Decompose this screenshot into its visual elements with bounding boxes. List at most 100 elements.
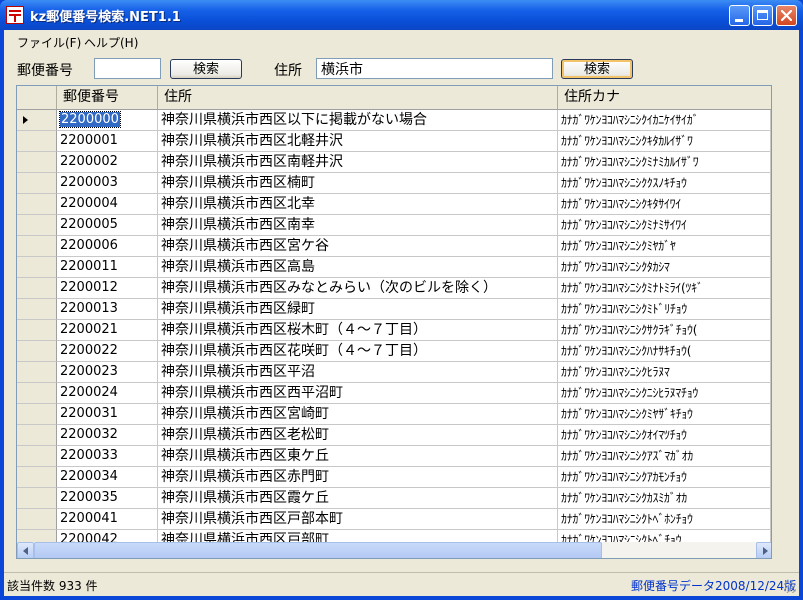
cell-address[interactable]: 神奈川県横浜市西区平沼	[158, 362, 558, 383]
table-row[interactable]: 2200023 神奈川県横浜市西区平沼 ｶﾅｶﾞﾜｹﾝﾖｺﾊﾏｼﾆｼｸﾋﾗﾇﾏ	[17, 362, 771, 383]
table-row[interactable]: 2200011 神奈川県横浜市西区高島 ｶﾅｶﾞﾜｹﾝﾖｺﾊﾏｼﾆｼｸﾀｶｼﾏ	[17, 257, 771, 278]
scroll-left-button[interactable]	[17, 542, 34, 558]
table-row[interactable]: 2200031 神奈川県横浜市西区宮崎町 ｶﾅｶﾞﾜｹﾝﾖｺﾊﾏｼﾆｼｸﾐﾔｻﾞｷﾁ…	[17, 404, 771, 425]
cell-zip[interactable]: 2200011	[57, 257, 158, 278]
cell-zip[interactable]: 2200035	[57, 488, 158, 509]
row-selector[interactable]	[17, 110, 57, 131]
table-row[interactable]: 2200004 神奈川県横浜市西区北幸 ｶﾅｶﾞﾜｹﾝﾖｺﾊﾏｼﾆｼｸｷﾀｻｲﾜｲ	[17, 194, 771, 215]
cell-address[interactable]: 神奈川県横浜市西区西平沼町	[158, 383, 558, 404]
table-row[interactable]: 2200033 神奈川県横浜市西区東ケ丘 ｶﾅｶﾞﾜｹﾝﾖｺﾊﾏｼﾆｼｸｱｽﾞﾏｶﾞ…	[17, 446, 771, 467]
table-row[interactable]: 2200034 神奈川県横浜市西区赤門町 ｶﾅｶﾞﾜｹﾝﾖｺﾊﾏｼﾆｼｸｱｶﾓﾝﾁｮ…	[17, 467, 771, 488]
table-row[interactable]: 2200024 神奈川県横浜市西区西平沼町 ｶﾅｶﾞﾜｹﾝﾖｺﾊﾏｼﾆｼｸﾆｼﾋﾗﾇ…	[17, 383, 771, 404]
table-row[interactable]: 2200002 神奈川県横浜市西区南軽井沢 ｶﾅｶﾞﾜｹﾝﾖｺﾊﾏｼﾆｼｸﾐﾅﾐｶﾙ…	[17, 152, 771, 173]
cell-address[interactable]: 神奈川県横浜市西区高島	[158, 257, 558, 278]
row-selector[interactable]	[17, 257, 57, 278]
cell-address[interactable]: 神奈川県横浜市西区赤門町	[158, 467, 558, 488]
cell-zip[interactable]: 2200032	[57, 425, 158, 446]
row-selector[interactable]	[17, 383, 57, 404]
cell-zip[interactable]: 2200000	[57, 110, 158, 131]
cell-zip[interactable]: 2200033	[57, 446, 158, 467]
cell-kana[interactable]: ｶﾅｶﾞﾜｹﾝﾖｺﾊﾏｼﾆｼｸﾄﾍﾞﾎﾝﾁｮｳ	[558, 509, 771, 530]
row-selector[interactable]	[17, 131, 57, 152]
cell-zip[interactable]: 2200041	[57, 509, 158, 530]
title-bar[interactable]: kz郵便番号検索.NET1.1	[0, 0, 803, 30]
menu-file[interactable]: ファイル(F)	[17, 34, 81, 50]
row-selector[interactable]	[17, 152, 57, 173]
cell-kana[interactable]: ｶﾅｶﾞﾜｹﾝﾖｺﾊﾏｼﾆｼｸｱｶﾓﾝﾁｮｳ	[558, 467, 771, 488]
table-row[interactable]: 2200003 神奈川県横浜市西区楠町 ｶﾅｶﾞﾜｹﾝﾖｺﾊﾏｼﾆｼｸｸｽﾉｷﾁｮｳ	[17, 173, 771, 194]
menu-help[interactable]: ヘルプ(H)	[84, 34, 138, 50]
table-row[interactable]: 2200006 神奈川県横浜市西区宮ケ谷 ｶﾅｶﾞﾜｹﾝﾖｺﾊﾏｼﾆｼｸﾐﾔｶﾞﾔ	[17, 236, 771, 257]
row-selector[interactable]	[17, 425, 57, 446]
row-selector[interactable]	[17, 341, 57, 362]
cell-kana[interactable]: ｶﾅｶﾞﾜｹﾝﾖｺﾊﾏｼﾆｼｸﾋﾗﾇﾏ	[558, 362, 771, 383]
close-button[interactable]	[776, 5, 797, 26]
cell-address[interactable]: 神奈川県横浜市西区みなとみらい（次のビルを除く）	[158, 278, 558, 299]
cell-zip[interactable]: 2200005	[57, 215, 158, 236]
cell-kana[interactable]: ｶﾅｶﾞﾜｹﾝﾖｺﾊﾏｼﾆｼｸﾊﾅｻｷﾁｮｳ(	[558, 341, 771, 362]
minimize-button[interactable]	[729, 5, 750, 26]
cell-address[interactable]: 神奈川県横浜市西区東ケ丘	[158, 446, 558, 467]
row-selector[interactable]	[17, 278, 57, 299]
cell-zip[interactable]: 2200034	[57, 467, 158, 488]
cell-zip[interactable]: 2200031	[57, 404, 158, 425]
cell-zip[interactable]: 2200021	[57, 320, 158, 341]
row-selector[interactable]	[17, 446, 57, 467]
cell-kana[interactable]: ｶﾅｶﾞﾜｹﾝﾖｺﾊﾏｼﾆｼｸｷﾀｻｲﾜｲ	[558, 194, 771, 215]
table-row[interactable]: 2200035 神奈川県横浜市西区霞ケ丘 ｶﾅｶﾞﾜｹﾝﾖｺﾊﾏｼﾆｼｸｶｽﾐｶﾞｵ…	[17, 488, 771, 509]
row-selector[interactable]	[17, 320, 57, 341]
cell-address[interactable]: 神奈川県横浜市西区北軽井沢	[158, 131, 558, 152]
address-input[interactable]	[316, 58, 553, 79]
table-row[interactable]: 2200022 神奈川県横浜市西区花咲町（４〜７丁目） ｶﾅｶﾞﾜｹﾝﾖｺﾊﾏｼﾆｼ…	[17, 341, 771, 362]
header-kana[interactable]: 住所カナ	[558, 86, 771, 109]
size-grip-icon[interactable]	[784, 581, 796, 593]
cell-address[interactable]: 神奈川県横浜市西区花咲町（４〜７丁目）	[158, 341, 558, 362]
cell-address[interactable]: 神奈川県横浜市西区宮崎町	[158, 404, 558, 425]
cell-zip[interactable]: 2200006	[57, 236, 158, 257]
cell-kana[interactable]: ｶﾅｶﾞﾜｹﾝﾖｺﾊﾏｼﾆｼｸﾐﾅﾐｶﾙｲｻﾞﾜ	[558, 152, 771, 173]
table-row[interactable]: 2200000 神奈川県横浜市西区以下に掲載がない場合 ｶﾅｶﾞﾜｹﾝﾖｺﾊﾏｼﾆｼ…	[17, 110, 771, 131]
cell-kana[interactable]: ｶﾅｶﾞﾜｹﾝﾖｺﾊﾏｼﾆｼｸｵｲﾏﾂﾁｮｳ	[558, 425, 771, 446]
table-row[interactable]: 2200005 神奈川県横浜市西区南幸 ｶﾅｶﾞﾜｹﾝﾖｺﾊﾏｼﾆｼｸﾐﾅﾐｻｲﾜｲ	[17, 215, 771, 236]
cell-zip[interactable]: 2200022	[57, 341, 158, 362]
cell-kana[interactable]: ｶﾅｶﾞﾜｹﾝﾖｺﾊﾏｼﾆｼｸｲｶﾆｹｲｻｲｶﾞ	[558, 110, 771, 131]
table-row[interactable]: 2200041 神奈川県横浜市西区戸部本町 ｶﾅｶﾞﾜｹﾝﾖｺﾊﾏｼﾆｼｸﾄﾍﾞﾎﾝ…	[17, 509, 771, 530]
cell-address[interactable]: 神奈川県横浜市西区戸部本町	[158, 509, 558, 530]
scroll-right-button[interactable]	[756, 542, 771, 558]
cell-zip[interactable]: 2200001	[57, 131, 158, 152]
cell-kana[interactable]: ｶﾅｶﾞﾜｹﾝﾖｺﾊﾏｼﾆｼｸｱｽﾞﾏｶﾞｵｶ	[558, 446, 771, 467]
cell-kana[interactable]: ｶﾅｶﾞﾜｹﾝﾖｺﾊﾏｼﾆｼｸﾐﾔｶﾞﾔ	[558, 236, 771, 257]
table-row[interactable]: 2200001 神奈川県横浜市西区北軽井沢 ｶﾅｶﾞﾜｹﾝﾖｺﾊﾏｼﾆｼｸｷﾀｶﾙｲ…	[17, 131, 771, 152]
cell-kana[interactable]: ｶﾅｶﾞﾜｹﾝﾖｺﾊﾏｼﾆｼｸﾐﾅﾐｻｲﾜｲ	[558, 215, 771, 236]
row-selector[interactable]	[17, 488, 57, 509]
table-row[interactable]: 2200013 神奈川県横浜市西区緑町 ｶﾅｶﾞﾜｹﾝﾖｺﾊﾏｼﾆｼｸﾐﾄﾞﾘﾁｮｳ	[17, 299, 771, 320]
row-selector[interactable]	[17, 467, 57, 488]
header-address[interactable]: 住所	[158, 86, 558, 109]
cell-address[interactable]: 神奈川県横浜市西区南軽井沢	[158, 152, 558, 173]
row-selector[interactable]	[17, 299, 57, 320]
cell-kana[interactable]: ｶﾅｶﾞﾜｹﾝﾖｺﾊﾏｼﾆｼｸﾐﾄﾞﾘﾁｮｳ	[558, 299, 771, 320]
cell-kana[interactable]: ｶﾅｶﾞﾜｹﾝﾖｺﾊﾏｼﾆｼｸﾆｼﾋﾗﾇﾏﾁｮｳ	[558, 383, 771, 404]
cell-address[interactable]: 神奈川県横浜市西区以下に掲載がない場合	[158, 110, 558, 131]
horizontal-scroll-thumb[interactable]	[34, 542, 602, 558]
cell-address[interactable]: 神奈川県横浜市西区緑町	[158, 299, 558, 320]
cell-kana[interactable]: ｶﾅｶﾞﾜｹﾝﾖｺﾊﾏｼﾆｼｸﾐﾔｻﾞｷﾁｮｳ	[558, 404, 771, 425]
cell-address[interactable]: 神奈川県横浜市西区老松町	[158, 425, 558, 446]
maximize-button[interactable]	[752, 5, 773, 26]
row-selector[interactable]	[17, 194, 57, 215]
table-row[interactable]: 2200021 神奈川県横浜市西区桜木町（４〜７丁目） ｶﾅｶﾞﾜｹﾝﾖｺﾊﾏｼﾆｼ…	[17, 320, 771, 341]
cell-zip[interactable]: 2200003	[57, 173, 158, 194]
row-selector[interactable]	[17, 404, 57, 425]
cell-kana[interactable]: ｶﾅｶﾞﾜｹﾝﾖｺﾊﾏｼﾆｼｸｶｽﾐｶﾞｵｶ	[558, 488, 771, 509]
horizontal-scrollbar[interactable]	[17, 542, 771, 558]
cell-kana[interactable]: ｶﾅｶﾞﾜｹﾝﾖｺﾊﾏｼﾆｼｸｸｽﾉｷﾁｮｳ	[558, 173, 771, 194]
cell-address[interactable]: 神奈川県横浜市西区霞ケ丘	[158, 488, 558, 509]
address-search-button[interactable]: 検索	[561, 59, 633, 79]
table-row[interactable]: 2200012 神奈川県横浜市西区みなとみらい（次のビルを除く） ｶﾅｶﾞﾜｹﾝﾖｺ…	[17, 278, 771, 299]
cell-zip[interactable]: 2200002	[57, 152, 158, 173]
cell-address[interactable]: 神奈川県横浜市西区南幸	[158, 215, 558, 236]
cell-zip[interactable]: 2200023	[57, 362, 158, 383]
table-row[interactable]: 2200032 神奈川県横浜市西区老松町 ｶﾅｶﾞﾜｹﾝﾖｺﾊﾏｼﾆｼｸｵｲﾏﾂﾁｮ…	[17, 425, 771, 446]
cell-address[interactable]: 神奈川県横浜市西区北幸	[158, 194, 558, 215]
row-selector[interactable]	[17, 236, 57, 257]
